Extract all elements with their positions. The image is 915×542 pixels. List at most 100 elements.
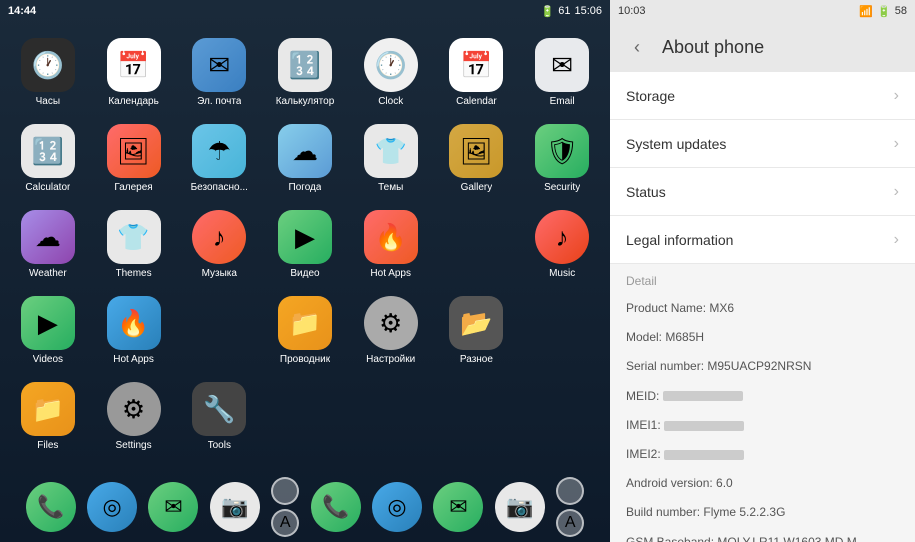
app-calculator-en[interactable]: 🔢 Calculator [5,118,91,204]
app-label-themes-ru: Темы [378,182,403,193]
app-label-video-ru: Видео [290,268,319,279]
dock-browser[interactable]: ◎ [87,482,137,532]
status-icons-left: 🔋 61 15:06 [541,5,602,18]
dock-phone2[interactable]: 📞 [311,482,361,532]
app-videos-en[interactable]: ▶ Videos [5,290,91,376]
detail-items: Product Name: MX6Model: M685HSerial numb… [610,294,915,542]
app-label-themes-en: Themes [116,268,152,279]
app-empty2[interactable] [176,290,262,376]
home-button-left[interactable] [271,477,299,505]
app-themes-en[interactable]: 👕 Themes [91,204,177,290]
app-icon-security-ru: ☂ [192,124,246,178]
app-icon-calc-ru: 🔢 [278,38,332,92]
app-icon-misc-ru: 📂 [449,296,503,350]
dock-phone[interactable]: 📞 [26,482,76,532]
app-weather-en[interactable]: ☁ Weather [5,204,91,290]
app-icon-weather-en: ☁ [21,210,75,264]
detail-header: Detail [610,264,915,294]
app-icon-settings-en: ⚙ [107,382,161,436]
recents-button-right[interactable]: A [556,509,584,537]
app-icon-gallery-ru: 🖼 [107,124,161,178]
app-icon-files-en: 📁 [21,382,75,436]
detail-item-0: Product Name: MX6 [610,294,915,323]
back-button[interactable]: ‹ [622,32,652,62]
app-themes-ru[interactable]: 👕 Темы [348,118,434,204]
app-empty3[interactable] [519,290,605,376]
app-explorer-ru[interactable]: 📁 Проводник [262,290,348,376]
app-icon-email-en: ✉ [535,38,589,92]
detail-item-3: MEID: [610,382,915,411]
app-label-security-ru: Безопасно... [191,182,248,193]
app-icon-hotapps-ru: 🔥 [364,210,418,264]
menu-item-status[interactable]: Status › [610,168,915,216]
app-gallery-en[interactable]: 🖼 Gallery [434,118,520,204]
app-label-settings-en: Settings [115,440,151,451]
app-hotapps-en[interactable]: 🔥 Hot Apps [91,290,177,376]
app-label-hotapps-ru: Hot Apps [370,268,411,279]
app-label-hotapps-en: Hot Apps [113,354,154,365]
menu-label-storage: Storage [626,88,675,104]
app-label-music-ru: Музыка [202,268,237,279]
app-label-calc-ru: Калькулятор [276,96,335,107]
app-clock-en[interactable]: 🕐 Clock [348,32,434,118]
menu-item-system-updates[interactable]: System updates › [610,120,915,168]
app-calendar-ru[interactable]: 📅 Календарь [91,32,177,118]
chevron-icon-legal-information: › [894,231,899,249]
dock-camera2[interactable]: 📷 [495,482,545,532]
app-settings-en[interactable]: ⚙ Settings [91,376,177,462]
app-misc-ru[interactable]: 📂 Разное [434,290,520,376]
app-tools-en[interactable]: 🔧 Tools [176,376,262,462]
app-icon-explorer-ru: 📁 [278,296,332,350]
app-label-settings-ru: Настройки [366,354,415,365]
app-clock-ru[interactable]: 🕐 Часы [5,32,91,118]
app-security-ru[interactable]: ☂ Безопасно... [176,118,262,204]
app-files-en[interactable]: 📁 Files [5,376,91,462]
dock: 📞 ◎ ✉ 📷 A 📞 ◎ ✉ 📷 A [0,472,610,542]
status-bar-right: 10:03 📶 🔋 58 [610,0,915,22]
app-empty1[interactable] [434,204,520,290]
dock-message[interactable]: ✉ [148,482,198,532]
dock-camera[interactable]: 📷 [210,482,260,532]
app-icon-calculator-en: 🔢 [21,124,75,178]
dock-message2[interactable]: ✉ [433,482,483,532]
app-icon-clock-en: 🕐 [364,38,418,92]
about-phone-header: ‹ About phone [610,22,915,72]
app-label-tools-en: Tools [208,440,231,451]
app-icon-music-ru: ♪ [192,210,246,264]
app-label-weather-en: Weather [29,268,67,279]
menu-label-status: Status [626,184,666,200]
app-music-en[interactable]: ♪ Music [519,204,605,290]
app-label-files-en: Files [37,440,58,451]
app-mail-ru[interactable]: ✉ Эл. почта [176,32,262,118]
app-icon-calendar-ru: 📅 [107,38,161,92]
app-calc-ru[interactable]: 🔢 Калькулятор [262,32,348,118]
app-icon-calendar-en: 📅 [449,38,503,92]
app-label-gallery-en: Gallery [461,182,493,193]
app-hotapps-ru[interactable]: 🔥 Hot Apps [348,204,434,290]
app-email-en[interactable]: ✉ Email [519,32,605,118]
app-icon-themes-en: 👕 [107,210,161,264]
app-icon-settings-ru: ⚙ [364,296,418,350]
app-label-videos-en: Videos [33,354,63,365]
app-label-email-en: Email [550,96,575,107]
app-video-ru[interactable]: ▶ Видео [262,204,348,290]
app-weather-ru[interactable]: ☁ Погода [262,118,348,204]
time-left: 14:44 [8,5,36,17]
app-icon-security-en: 🛡 [535,124,589,178]
app-label-security-en: Security [544,182,580,193]
menu-list: Storage › System updates › Status › Lega… [610,72,915,264]
dock-browser2[interactable]: ◎ [372,482,422,532]
recents-button-left[interactable]: A [271,509,299,537]
menu-label-system-updates: System updates [626,136,726,152]
menu-item-storage[interactable]: Storage › [610,72,915,120]
app-music-ru[interactable]: ♪ Музыка [176,204,262,290]
app-label-clock-ru: Часы [36,96,60,107]
battery-percent-right: 58 [895,5,907,17]
app-icon-tools-en: 🔧 [192,382,246,436]
menu-item-legal-information[interactable]: Legal information › [610,216,915,264]
app-calendar-en[interactable]: 📅 Calendar [434,32,520,118]
app-security-en[interactable]: 🛡 Security [519,118,605,204]
app-settings-ru[interactable]: ⚙ Настройки [348,290,434,376]
home-button-right[interactable] [556,477,584,505]
app-gallery-ru[interactable]: 🖼 Галерея [91,118,177,204]
